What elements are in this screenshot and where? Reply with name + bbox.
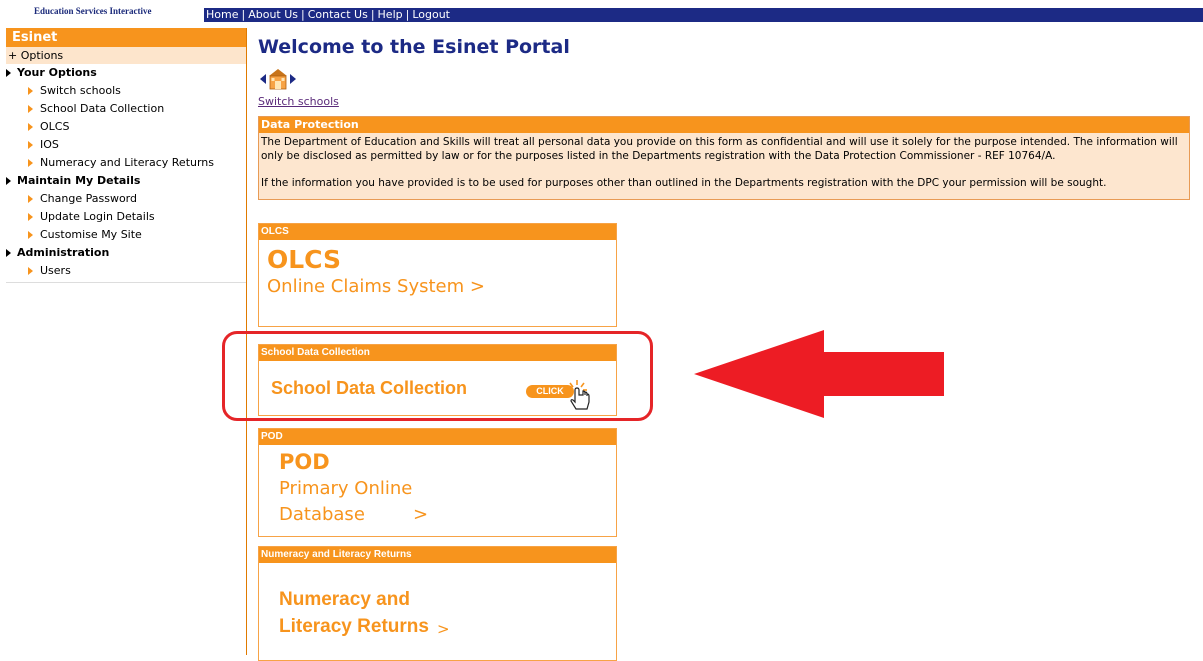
sidebar: Esinet + Options Your Options Switch sch… <box>0 28 247 655</box>
olcs-link[interactable]: OLCS Online Claims System > <box>259 240 616 326</box>
bullet-arrow-icon <box>28 195 33 203</box>
nlr-panel-header: Numeracy and Literacy Returns <box>259 547 616 563</box>
pod-big-label: POD <box>279 450 330 474</box>
brand-logo-text: Education Services Interactive <box>34 6 152 16</box>
data-protection-text-1: The Department of Education and Skills w… <box>261 136 1178 162</box>
olcs-big-label: OLCS <box>267 245 341 274</box>
sidebar-item-customise-site[interactable]: Customise My Site <box>0 226 246 244</box>
red-arrow-icon <box>694 330 944 418</box>
olcs-sub-label: Online Claims System > <box>267 276 485 297</box>
nlr-chevron: > <box>437 620 450 638</box>
section-administration[interactable]: Administration <box>0 244 246 262</box>
sidebar-item-users[interactable]: Users <box>0 262 246 280</box>
bullet-arrow-icon <box>28 87 33 95</box>
caret-right-icon <box>6 249 11 257</box>
section-your-options[interactable]: Your Options <box>0 64 246 82</box>
sidebar-item-school-data-collection[interactable]: School Data Collection <box>0 100 246 118</box>
pod-chevron: > <box>413 504 429 525</box>
data-protection-box: Data Protection The Department of Educat… <box>258 116 1190 200</box>
bullet-arrow-icon <box>28 123 33 131</box>
caret-right-icon <box>6 69 11 77</box>
pod-sub-label-2: Database <box>279 504 365 525</box>
options-toggle[interactable]: + Options <box>6 47 246 64</box>
sidebar-item-numeracy-literacy[interactable]: Numeracy and Literacy Returns <box>0 154 246 172</box>
switch-schools-icon[interactable] <box>258 67 298 91</box>
sidebar-title: Esinet <box>6 28 246 47</box>
bullet-arrow-icon <box>28 213 33 221</box>
pod-link[interactable]: POD Primary Online Database > <box>259 445 616 536</box>
bullet-arrow-icon <box>28 105 33 113</box>
nav-contact-us[interactable]: Contact Us <box>308 8 368 21</box>
sidebar-divider <box>6 282 246 284</box>
olcs-panel: OLCS OLCS Online Claims System > <box>258 223 617 327</box>
nav-help[interactable]: Help <box>378 8 403 21</box>
pod-panel-header: POD <box>259 429 616 445</box>
nlr-big-label-2: Literacy Returns <box>279 616 429 637</box>
bullet-arrow-icon <box>28 231 33 239</box>
sidebar-item-olcs[interactable]: OLCS <box>0 118 246 136</box>
nav-about-us[interactable]: About Us <box>248 8 298 21</box>
bullet-arrow-icon <box>28 141 33 149</box>
sidebar-item-change-password[interactable]: Change Password <box>0 190 246 208</box>
nlr-link[interactable]: Numeracy and Literacy Returns > <box>259 563 616 660</box>
bullet-arrow-icon <box>28 159 33 167</box>
caret-right-icon <box>6 177 11 185</box>
page-title: Welcome to the Esinet Portal <box>258 36 570 58</box>
olcs-panel-header: OLCS <box>259 224 616 240</box>
section-maintain-my-details[interactable]: Maintain My Details <box>0 172 246 190</box>
nlr-panel: Numeracy and Literacy Returns Numeracy a… <box>258 546 617 661</box>
nav-home[interactable]: Home <box>206 8 238 21</box>
nav-logout[interactable]: Logout <box>412 8 450 21</box>
top-nav: Home | About Us | Contact Us | Help | Logout <box>204 8 1203 22</box>
switch-schools-link[interactable]: Switch schools <box>258 95 339 108</box>
bullet-arrow-icon <box>28 267 33 275</box>
data-protection-text-2: If the information you have provided is … <box>261 177 1107 189</box>
nlr-big-label-1: Numeracy and <box>279 589 410 610</box>
highlight-box <box>222 331 653 421</box>
pod-sub-label-1: Primary Online <box>279 478 413 499</box>
sidebar-item-update-login[interactable]: Update Login Details <box>0 208 246 226</box>
data-protection-heading: Data Protection <box>259 117 1189 133</box>
pod-panel: POD POD Primary Online Database > <box>258 428 617 537</box>
sidebar-item-ios[interactable]: IOS <box>0 136 246 154</box>
sidebar-item-switch-schools[interactable]: Switch schools <box>0 82 246 100</box>
